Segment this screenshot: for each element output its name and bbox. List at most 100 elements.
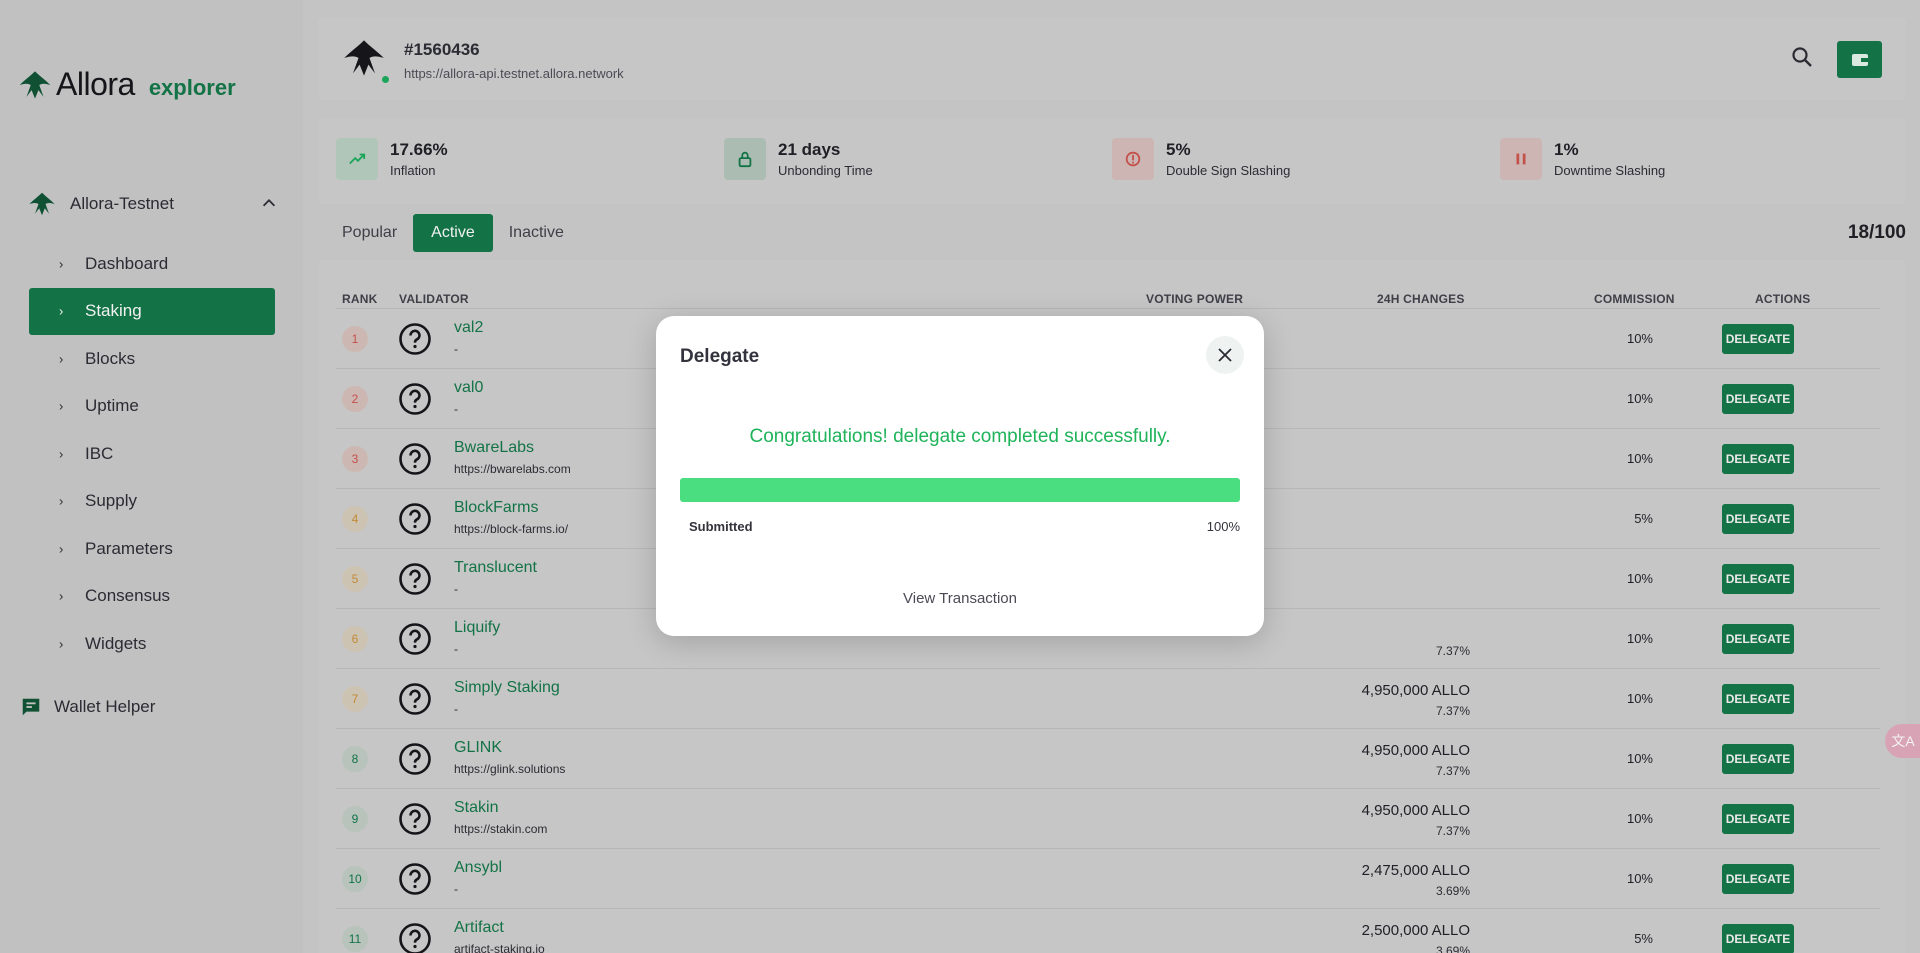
header-actions: ACTIONS (1755, 292, 1811, 306)
delegate-button[interactable]: DELEGATE (1722, 744, 1794, 774)
delegate-button[interactable]: DELEGATE (1722, 684, 1794, 714)
brand[interactable]: Allora explorer (18, 66, 236, 103)
validator-name[interactable]: Artifact (454, 919, 504, 937)
chain-logo-icon (344, 40, 384, 76)
validator-website: - (454, 642, 458, 656)
header-commission: COMMISSION (1594, 292, 1675, 306)
close-button[interactable] (1206, 336, 1244, 374)
commission: 5% (1634, 511, 1653, 526)
sidebar-item-label: Consensus (85, 586, 171, 606)
rank-badge: 4 (342, 506, 368, 532)
validator-name[interactable]: Simply Staking (454, 679, 560, 697)
validator-name[interactable]: GLINK (454, 739, 502, 757)
sidebar-item-supply[interactable]: › Supply (29, 478, 275, 526)
table-row[interactable]: 7 Simply Staking - 4,950,000 ALLO 7.37% 10% DE… (336, 668, 1880, 728)
validator-avatar-icon (399, 563, 431, 595)
stat-value: 1% (1554, 140, 1579, 159)
table-row[interactable]: 9 Stakin https://stakin.com 4,950,000 ALLO 7… (336, 788, 1880, 848)
chevron-right-icon: › (59, 588, 64, 604)
delegate-button[interactable]: DELEGATE (1722, 384, 1794, 414)
pause-icon (1500, 138, 1542, 180)
rank-badge: 11 (342, 926, 368, 952)
validator-name[interactable]: BlockFarms (454, 499, 538, 517)
validator-website: https://block-farms.io/ (454, 522, 569, 536)
rank-badge: 1 (342, 326, 368, 352)
sidebar-item-parameters[interactable]: › Parameters (29, 525, 275, 573)
commission: 10% (1626, 871, 1653, 886)
validator-avatar-icon (399, 443, 431, 475)
voting-power-percent: 7.37% (1435, 824, 1470, 838)
delegate-button[interactable]: DELEGATE (1722, 504, 1794, 534)
table-row[interactable]: 10 Ansybl - 2,475,000 ALLO 3.69% 10% DELEGATE (336, 848, 1880, 908)
tab-popular[interactable]: Popular (330, 214, 409, 252)
delegate-button[interactable]: DELEGATE (1722, 924, 1794, 953)
wallet-helper-link[interactable]: Wallet Helper (20, 696, 155, 718)
progress-status-value: 100% (1206, 519, 1240, 534)
delegate-button[interactable]: DELEGATE (1722, 624, 1794, 654)
search-icon[interactable] (1790, 45, 1814, 69)
sidebar-item-ibc[interactable]: › IBC (29, 430, 275, 478)
staking-stats: 17.66% Inflation 21 days Unbonding Time 5%… (318, 118, 1906, 204)
validator-name[interactable]: val0 (454, 379, 483, 397)
delegate-button[interactable]: DELEGATE (1722, 864, 1794, 894)
chevron-right-icon: › (59, 398, 64, 414)
delegate-button[interactable]: DELEGATE (1722, 564, 1794, 594)
stat-label: Downtime Slashing (1554, 163, 1666, 178)
sidebar-item-blocks[interactable]: › Blocks (29, 335, 275, 383)
validator-website: https://bwarelabs.com (454, 462, 571, 476)
brand-name: Allora (56, 66, 135, 102)
tab-active[interactable]: Active (413, 214, 493, 252)
sidebar-item-label: Parameters (85, 538, 173, 558)
rank-badge: 9 (342, 806, 368, 832)
validator-name[interactable]: val2 (454, 319, 483, 337)
delegate-button[interactable]: DELEGATE (1722, 324, 1794, 354)
tab-inactive[interactable]: Inactive (497, 214, 576, 252)
commission: 5% (1634, 931, 1653, 946)
validator-avatar-icon (399, 863, 431, 895)
voting-power: 4,950,000 ALLO (1361, 802, 1470, 819)
commission: 10% (1626, 751, 1653, 766)
validator-name[interactable]: Translucent (454, 559, 537, 577)
chevron-right-icon: › (59, 446, 64, 462)
voting-power-percent: 3.69% (1435, 944, 1470, 953)
delegate-button[interactable]: DELEGATE (1722, 444, 1794, 474)
translate-icon[interactable]: 文A (1885, 724, 1920, 758)
delegate-button[interactable]: DELEGATE (1722, 804, 1794, 834)
chevron-right-icon: › (59, 636, 64, 652)
rank-badge: 6 (342, 626, 368, 652)
validator-website: - (454, 402, 458, 416)
stat-value: 21 days (778, 140, 841, 159)
voting-power-percent: 7.37% (1435, 644, 1470, 658)
close-icon (1218, 348, 1232, 362)
table-row[interactable]: 11 Artifact artifact-staking.io 2,500,000 A… (336, 908, 1880, 953)
sidebar-item-label: Blocks (85, 348, 136, 368)
validator-count: 18/100 (1847, 222, 1906, 243)
table-row[interactable]: 8 GLINK https://glink.solutions 4,950,000 A… (336, 728, 1880, 788)
sidebar-item-staking[interactable]: › Staking (29, 287, 275, 335)
header-bar: #1560436 https://allora-api.testnet.allo… (318, 18, 1906, 100)
validator-name[interactable]: Ansybl (454, 859, 502, 877)
rank-badge: 5 (342, 566, 368, 592)
sidebar-item-dashboard[interactable]: › Dashboard (29, 240, 275, 288)
network-selector[interactable]: Allora-Testnet (28, 188, 278, 220)
voting-power: 2,500,000 ALLO (1361, 922, 1470, 939)
validator-name[interactable]: Liquify (454, 619, 500, 637)
validator-name[interactable]: BwareLabs (454, 439, 534, 457)
validator-avatar-icon (399, 623, 431, 655)
trending-up-icon (336, 138, 378, 180)
chevron-right-icon: › (59, 303, 64, 319)
commission: 10% (1626, 631, 1653, 646)
sidebar-item-consensus[interactable]: › Consensus (29, 573, 275, 621)
validator-name[interactable]: Stakin (454, 799, 498, 817)
validator-website: - (454, 342, 458, 356)
view-transaction-link[interactable]: View Transaction (656, 590, 1264, 607)
network-logo-icon (29, 192, 55, 216)
rank-badge: 10 (342, 866, 368, 892)
stat-inflation: 17.66% Inflation (336, 138, 448, 180)
sidebar-item-widgets[interactable]: › Widgets (29, 620, 275, 668)
chevron-right-icon: › (59, 256, 64, 272)
chevron-up-icon[interactable] (260, 194, 278, 212)
wallet-button[interactable] (1837, 41, 1882, 78)
sidebar-item-uptime[interactable]: › Uptime (29, 383, 275, 431)
sidebar-item-label: IBC (85, 443, 114, 463)
